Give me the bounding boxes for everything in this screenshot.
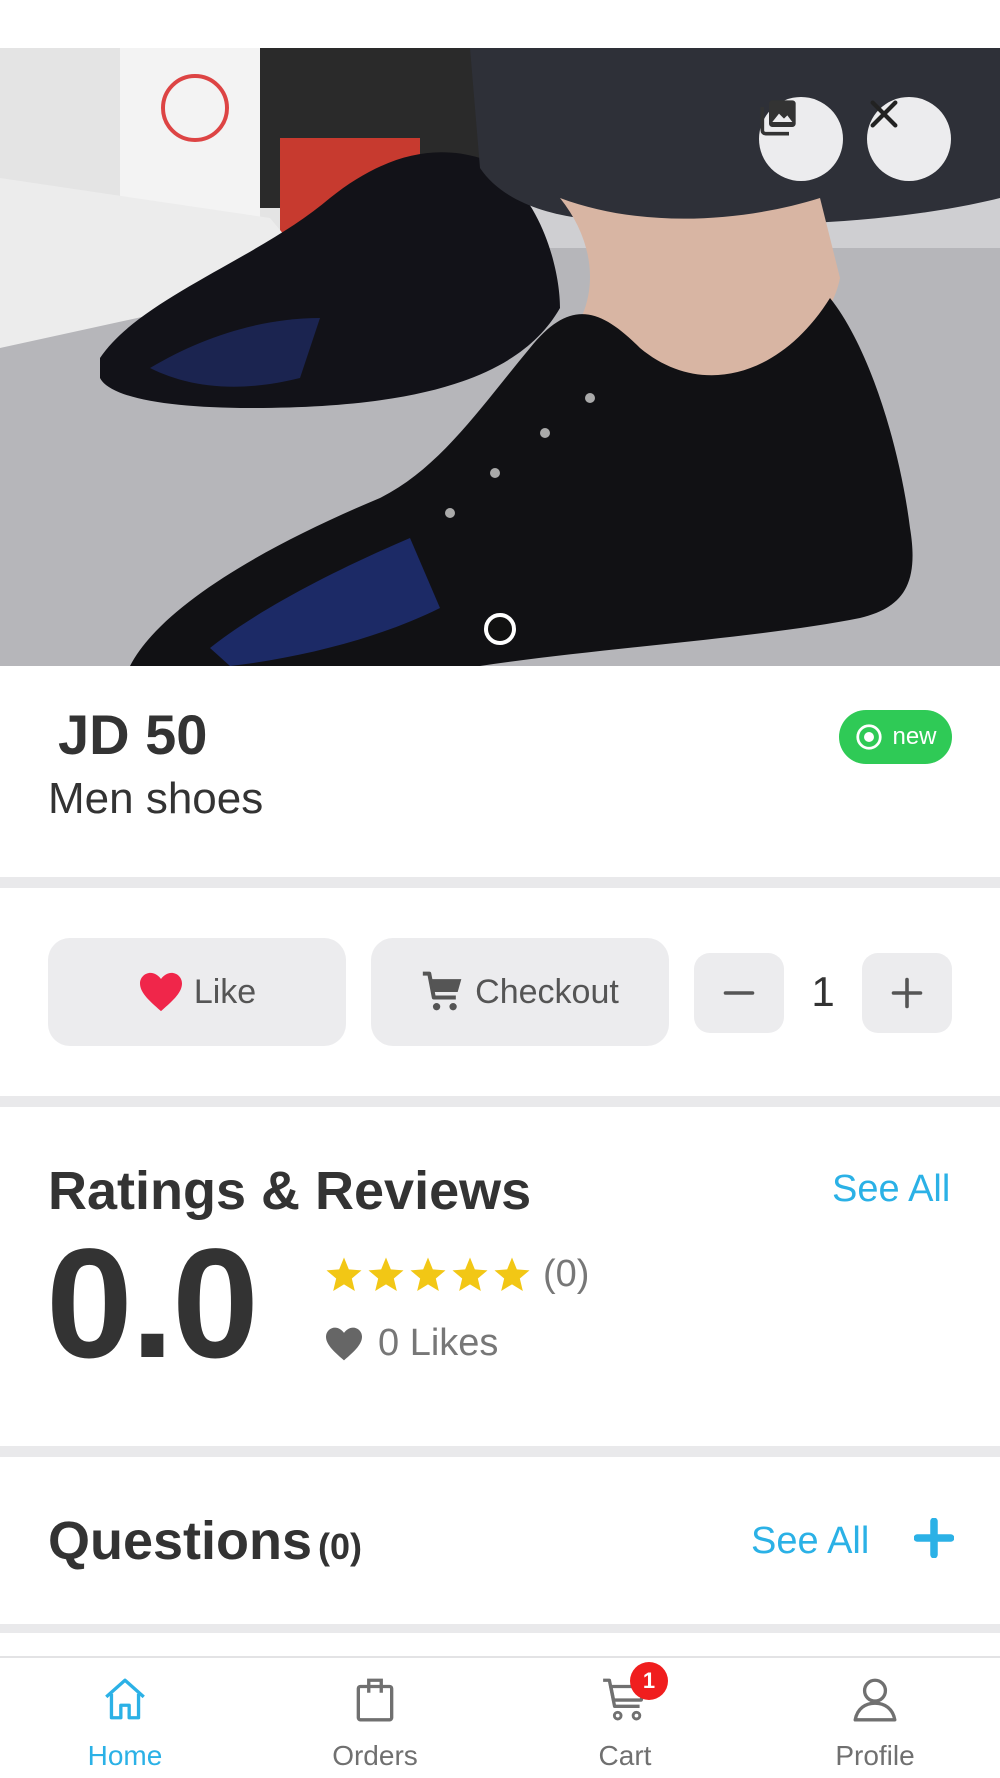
tab-home-label: Home: [87, 1740, 163, 1771]
tab-profile-label: Profile: [835, 1740, 915, 1771]
status-bar-area: [0, 0, 1000, 48]
radio-dot-icon: [856, 724, 883, 750]
home-icon: [105, 1678, 145, 1720]
star-icon: [326, 1257, 362, 1291]
close-button[interactable]: [867, 97, 951, 181]
carousel-page-indicator[interactable]: [484, 613, 516, 645]
tab-home[interactable]: Home: [0, 1658, 250, 1778]
add-question-plus-icon[interactable]: [914, 1518, 954, 1558]
review-count: (0): [543, 1253, 590, 1295]
cart-count-badge: 1: [630, 1662, 668, 1700]
tab-profile[interactable]: Profile: [750, 1658, 1000, 1778]
user-icon: [853, 1678, 897, 1722]
section-divider: [0, 1624, 1000, 1633]
quantity-value: 1: [811, 968, 835, 1015]
questions-count: (0): [318, 1526, 363, 1567]
tab-cart-label: Cart: [598, 1740, 652, 1771]
plus-icon: [891, 977, 923, 1009]
like-button[interactable]: Like: [48, 938, 346, 1046]
star-icon: [452, 1257, 488, 1291]
section-divider: [0, 1096, 1000, 1107]
shopping-bag-icon: [356, 1678, 394, 1722]
decrease-quantity-button[interactable]: [694, 953, 784, 1033]
ratings-see-all-link[interactable]: See All: [832, 1168, 950, 1211]
increase-quantity-button[interactable]: [862, 953, 952, 1033]
star-rating: [324, 1255, 532, 1295]
minus-icon: [723, 991, 755, 995]
tab-orders-label: Orders: [332, 1740, 418, 1771]
gallery-button[interactable]: [759, 97, 843, 181]
heart-icon: [326, 1327, 362, 1360]
likes-summary: 0 Likes: [324, 1322, 498, 1365]
questions-section-title: Questions (0): [48, 1510, 362, 1572]
section-divider: [0, 1446, 1000, 1457]
section-divider: [0, 877, 1000, 888]
heart-icon: [139, 972, 182, 1012]
average-rating: 0.0: [46, 1217, 259, 1391]
star-icon: [368, 1257, 404, 1291]
ratings-section-title: Ratings & Reviews: [48, 1161, 532, 1221]
condition-badge: new: [839, 710, 952, 764]
close-icon: [870, 100, 898, 128]
bottom-tab-bar: Home Orders Cart Profile: [0, 1656, 1000, 1778]
cart-icon: [423, 971, 462, 1011]
like-label: Like: [193, 972, 257, 1011]
product-image-carousel[interactable]: [0, 48, 1000, 666]
product-photo: [0, 48, 1000, 666]
product-name: Men shoes: [48, 774, 264, 823]
checkout-button[interactable]: Checkout: [371, 938, 669, 1046]
tab-orders[interactable]: Orders: [250, 1658, 500, 1778]
checkout-label: Checkout: [475, 972, 619, 1011]
star-icon: [494, 1257, 530, 1291]
likes-count: 0 Likes: [378, 1322, 499, 1364]
condition-badge-label: new: [892, 723, 937, 750]
questions-see-all-link[interactable]: See All: [751, 1520, 869, 1563]
image-gallery-icon: [760, 100, 796, 136]
product-price: JD 50: [58, 703, 208, 766]
questions-title: Questions: [48, 1511, 313, 1571]
star-icon: [410, 1257, 446, 1291]
tab-cart[interactable]: Cart: [500, 1658, 750, 1778]
